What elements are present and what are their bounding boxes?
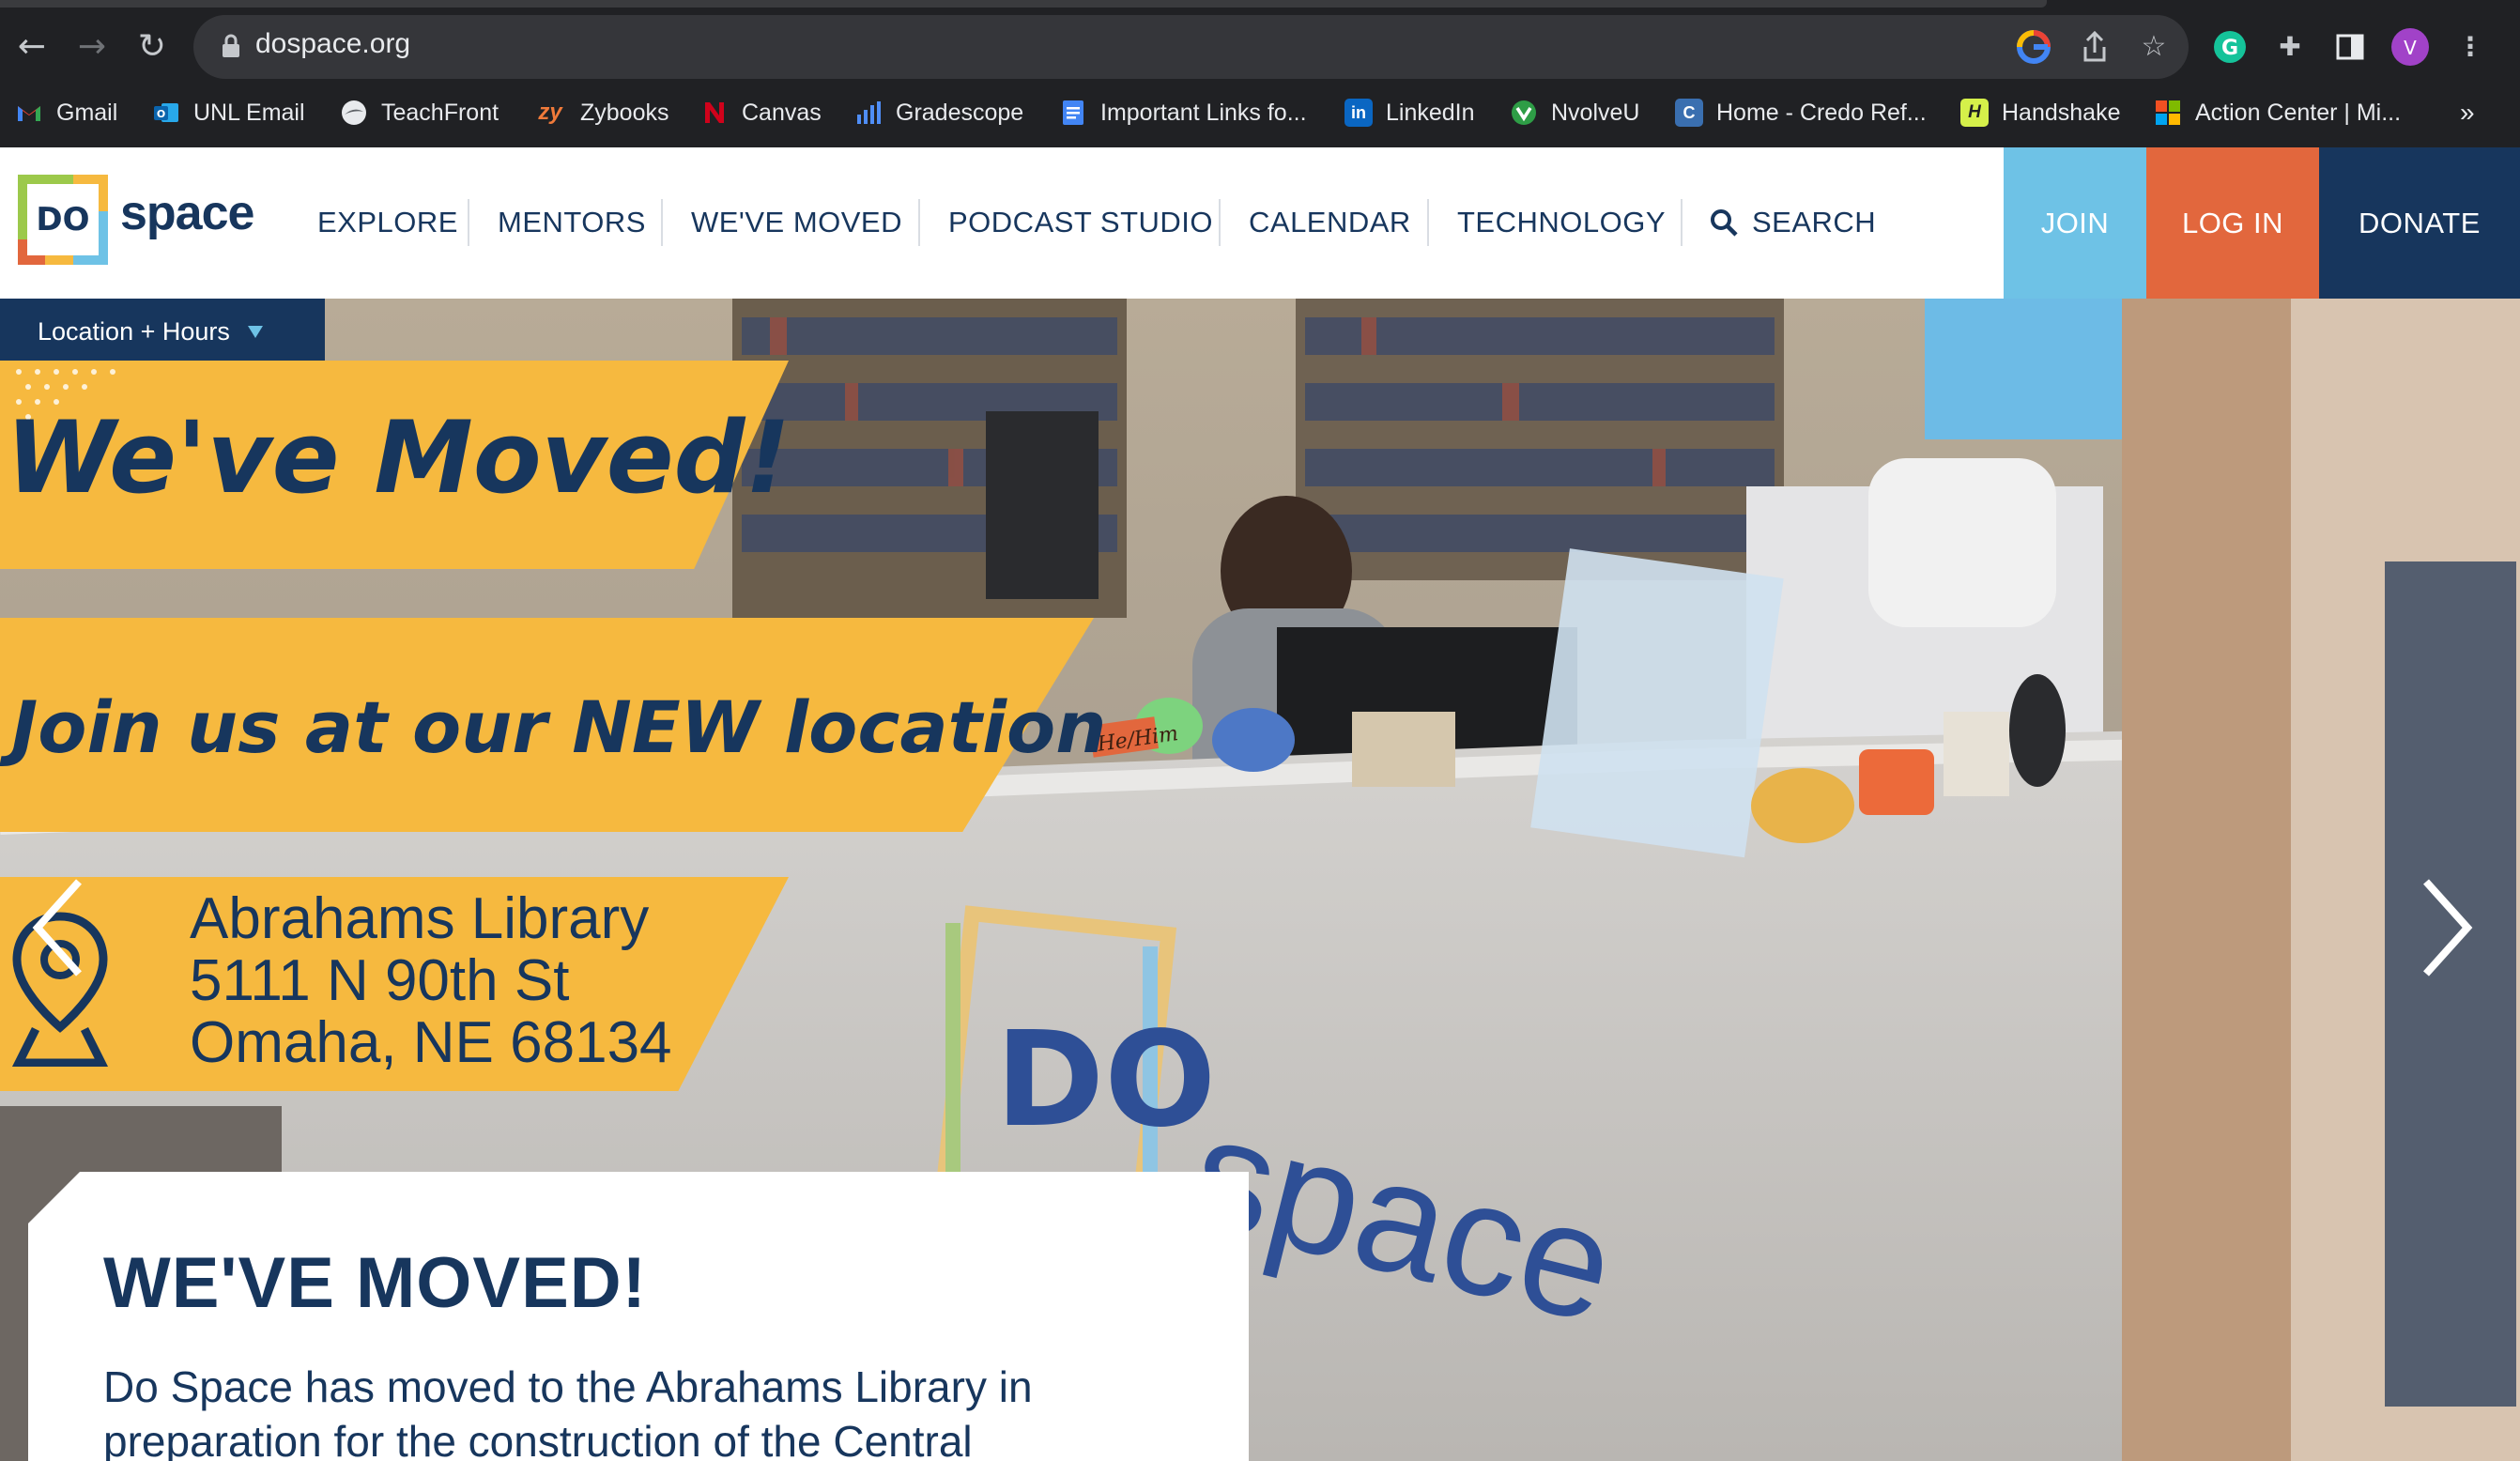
address-line-1: Abrahams Library (190, 886, 650, 951)
nav-divider (1681, 199, 1683, 246)
card-body: Do Space has moved to the Abrahams Libra… (103, 1362, 1033, 1461)
logo-mark: DO (36, 201, 89, 238)
bookmark-gradescope[interactable]: Gradescope (854, 94, 1023, 131)
join-button[interactable]: JOIN (2004, 147, 2146, 299)
bookmark-action-center[interactable]: Action Center | Mi... (2154, 94, 2401, 131)
teachfront-icon (342, 100, 366, 125)
bookmark-teachfront[interactable]: TeachFront (340, 94, 499, 131)
hero-subheadline: Join us at our NEW location (11, 685, 1107, 769)
location-hours-label: Location + Hours (38, 316, 230, 346)
share-icon[interactable] (2076, 28, 2113, 66)
nav-divider (1219, 199, 1221, 246)
bookmark-label: UNL Email (193, 99, 305, 126)
canvas-icon (705, 102, 724, 123)
gmail-icon (18, 106, 40, 121)
reload-icon[interactable]: ↻ (128, 23, 177, 71)
handshake-icon: H (1960, 99, 1989, 127)
back-icon[interactable]: ← (8, 23, 56, 71)
logo-text[interactable]: space (120, 185, 254, 241)
search-icon[interactable] (1709, 208, 1739, 238)
nav-divider (661, 199, 663, 246)
do-space-logo[interactable]: DO (17, 174, 109, 266)
side-panel-icon[interactable] (2330, 27, 2370, 67)
bookmark-zybooks[interactable]: zy Zybooks (533, 94, 668, 131)
donate-button[interactable]: DONATE (2319, 147, 2520, 299)
nvolveu-icon (1512, 100, 1536, 125)
microsoft-icon (2156, 100, 2180, 125)
gradescope-icon (857, 101, 881, 124)
hero-carousel: He/Him DO space Location + Hours We've M… (0, 299, 2520, 1461)
address-line-3: Omaha, NE 68134 (190, 1010, 672, 1075)
hero-headline: We've Moved! (6, 400, 791, 515)
bookmark-handshake[interactable]: H Handshake (1960, 94, 2120, 131)
browser-chrome: ← → ↻ dospace.org ☆ G ✚ V ⋮ Gmail O UNL … (0, 0, 2520, 147)
bookmark-star-icon[interactable]: ☆ (2135, 28, 2173, 66)
address-bar[interactable]: dospace.org ☆ (193, 15, 2189, 79)
nav-divider (918, 199, 920, 246)
zybooks-icon: zy (538, 100, 562, 125)
address-line-2: 5111 N 90th St (190, 948, 570, 1013)
tab-strip (0, 0, 2047, 8)
profile-initial: V (2404, 37, 2417, 59)
extensions-puzzle-icon[interactable]: ✚ (2270, 27, 2310, 67)
bookmark-credo[interactable]: C Home - Credo Ref... (1675, 94, 1927, 131)
bookmark-important-links[interactable]: Important Links fo... (1059, 94, 1307, 131)
login-button[interactable]: LOG IN (2146, 147, 2319, 299)
nav-technology[interactable]: TECHNOLOGY (1457, 206, 1666, 239)
forward-icon[interactable]: → (68, 23, 116, 71)
lock-icon[interactable] (222, 34, 240, 58)
profile-avatar[interactable]: V (2390, 27, 2430, 67)
nav-mentors[interactable]: MENTORS (498, 206, 646, 239)
bookmark-unl-email[interactable]: O UNL Email (152, 94, 305, 131)
bookmark-linkedin[interactable]: in LinkedIn (1345, 94, 1475, 131)
bookmarks-bar: Gmail O UNL Email TeachFront zy Zybooks (0, 81, 2520, 146)
bookmark-nvolveu[interactable]: NvolveU (1510, 94, 1639, 131)
caret-down-icon (247, 326, 263, 338)
nav-podcast-studio[interactable]: PODCAST STUDIO (948, 206, 1213, 239)
card-title: WE'VE MOVED! (103, 1243, 647, 1323)
bookmark-canvas[interactable]: Canvas (700, 94, 822, 131)
bookmark-label: Zybooks (580, 99, 669, 126)
bookmark-label: TeachFront (381, 99, 499, 126)
credo-icon: C (1675, 99, 1703, 127)
more-bookmarks-button[interactable]: » (2460, 94, 2475, 131)
carousel-next-icon[interactable] (2419, 876, 2475, 979)
bookmark-label: Canvas (742, 99, 822, 126)
desk-logo-mark: DO (995, 1004, 1216, 1157)
bookmark-label: NvolveU (1551, 99, 1640, 126)
bookmark-label: Gradescope (896, 99, 1024, 126)
svg-text:O: O (157, 108, 165, 120)
url-text[interactable]: dospace.org (255, 28, 410, 60)
nav-search[interactable]: SEARCH (1752, 206, 1876, 239)
outlook-icon: O (154, 103, 178, 122)
bookmark-label: Action Center | Mi... (2195, 99, 2402, 126)
svg-text:G: G (2221, 37, 2238, 60)
site-header: DO space EXPLORE MENTORS WE'VE MOVED POD… (0, 147, 2520, 299)
nav-calendar[interactable]: CALENDAR (1249, 206, 1411, 239)
nav-divider (1427, 199, 1429, 246)
bookmark-label: Gmail (56, 99, 118, 126)
location-hours-toggle[interactable]: Location + Hours (0, 299, 325, 364)
linkedin-icon: in (1345, 99, 1373, 127)
nav-divider (468, 199, 469, 246)
nav-explore[interactable]: EXPLORE (317, 206, 458, 239)
bookmark-gmail[interactable]: Gmail (15, 94, 117, 131)
bookmark-label: LinkedIn (1386, 99, 1475, 126)
bookmark-label: Home - Credo Ref... (1716, 99, 1927, 126)
docs-icon (1063, 100, 1083, 125)
google-lens-icon[interactable] (2015, 28, 2052, 66)
grammarly-icon[interactable]: G (2210, 27, 2250, 67)
nav-weve-moved[interactable]: WE'VE MOVED (691, 206, 902, 239)
browser-menu-icon[interactable]: ⋮ (2451, 27, 2490, 67)
carousel-prev-icon[interactable] (30, 876, 86, 979)
announcement-card: WE'VE MOVED! Do Space has moved to the A… (28, 1172, 1249, 1461)
bookmark-label: Important Links fo... (1100, 99, 1307, 126)
bookmark-label: Handshake (2002, 99, 2121, 126)
